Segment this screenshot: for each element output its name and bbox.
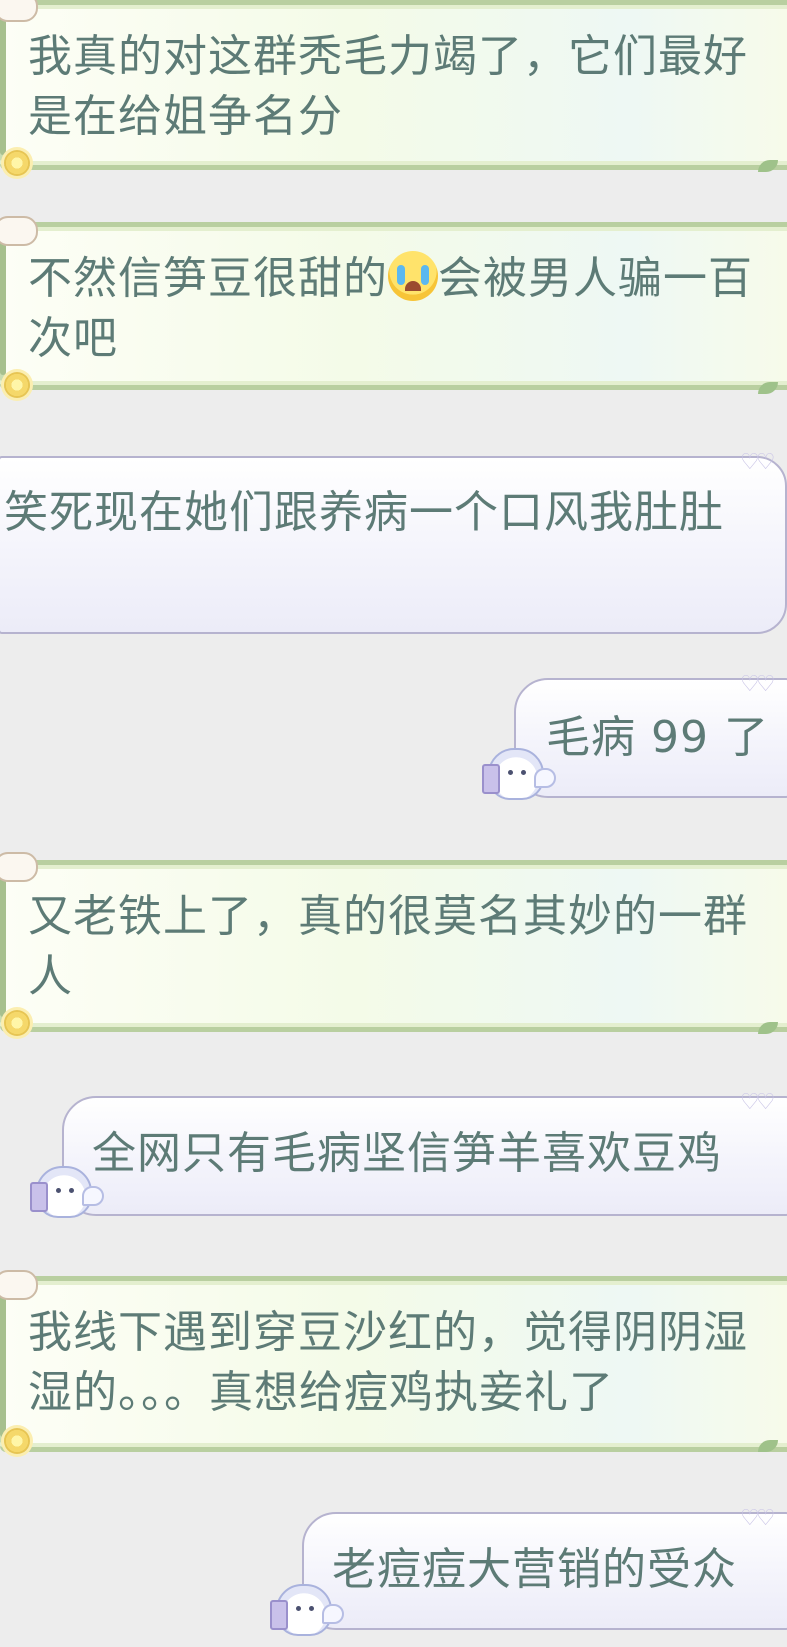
flower-decoration-icon — [4, 150, 30, 176]
message-text: 毛病 99 了 — [546, 712, 769, 763]
message-text: 我线下遇到穿豆沙红的，觉得阴阴湿湿的。。。真想给痘鸡执妾礼了 — [28, 1307, 748, 1418]
flower-decoration-icon — [4, 1010, 30, 1036]
bag-icon — [482, 764, 500, 794]
flower-decoration-icon — [4, 1428, 30, 1454]
hearts-decoration-icon: ♡♡ — [740, 1090, 776, 1115]
ghost-avatar-icon[interactable] — [270, 1584, 344, 1636]
ghost-avatar-icon[interactable] — [30, 1166, 104, 1218]
message-bubble-incoming[interactable]: 我线下遇到穿豆沙红的，觉得阴阴湿湿的。。。真想给痘鸡执妾礼了 — [0, 1276, 787, 1452]
message-text: 又老铁上了，真的很莫名其妙的一群人 — [28, 891, 748, 1002]
message-text: 我真的对这群秃毛力竭了，它们最好是在给姐争名分 — [28, 31, 748, 142]
loudly-crying-face-icon — [388, 251, 438, 301]
message-text: 全网只有毛病坚信笋羊喜欢豆鸡 — [92, 1128, 722, 1179]
message-text: 老痘痘大营销的受众 — [332, 1544, 737, 1595]
wing-icon — [322, 1604, 344, 1624]
hearts-decoration-icon: ♡♡ — [740, 672, 776, 697]
message-text: 笑死现在她们跟养病一个口风我肚肚 — [4, 487, 724, 538]
message-bubble-incoming[interactable]: 不然信笋豆很甜的 会被男人骗一百次吧 — [0, 222, 787, 390]
sheep-decoration-icon — [0, 852, 38, 882]
message-bubble-outgoing[interactable]: 全网只有毛病坚信笋羊喜欢豆鸡 — [62, 1096, 787, 1216]
bag-icon — [270, 1600, 288, 1630]
flower-decoration-icon — [4, 372, 30, 398]
sheep-decoration-icon — [0, 1270, 38, 1300]
message-text: 不然信笋豆很甜的 — [28, 253, 388, 304]
sheep-decoration-icon — [0, 0, 38, 22]
message-bubble-incoming[interactable]: 我真的对这群秃毛力竭了，它们最好是在给姐争名分 — [0, 0, 787, 170]
message-bubble-incoming[interactable]: 又老铁上了，真的很莫名其妙的一群人 — [0, 860, 787, 1032]
message-bubble-outgoing[interactable]: 老痘痘大营销的受众 — [302, 1512, 787, 1630]
wing-icon — [82, 1186, 104, 1206]
bag-icon — [30, 1182, 48, 1212]
ghost-avatar-icon[interactable] — [482, 748, 556, 800]
hearts-decoration-icon: ♡♡ — [740, 1506, 776, 1531]
message-bubble-outgoing[interactable]: 笑死现在她们跟养病一个口风我肚肚 — [0, 456, 787, 634]
sheep-decoration-icon — [0, 216, 38, 246]
wing-icon — [534, 768, 556, 788]
hearts-decoration-icon: ♡♡ — [740, 450, 776, 475]
